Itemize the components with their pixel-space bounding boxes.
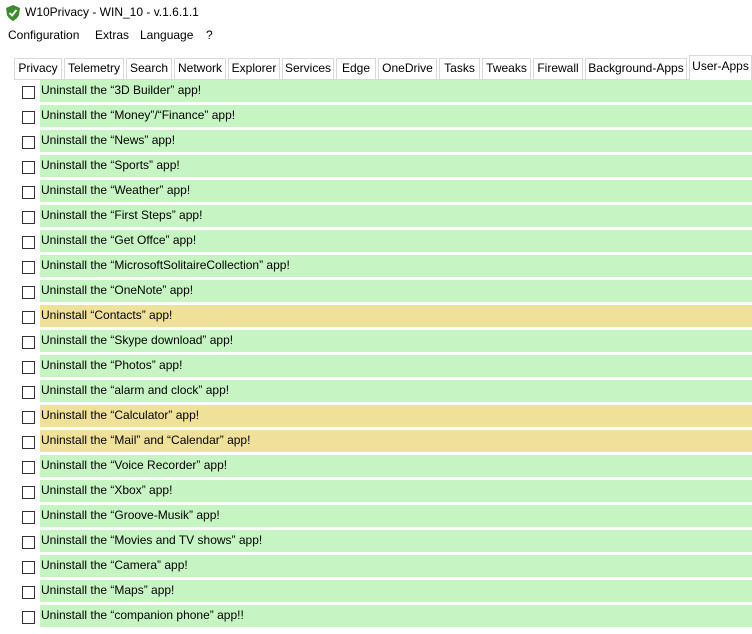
uninstall-checkbox[interactable]	[22, 211, 35, 224]
menu-language[interactable]: Language	[140, 28, 193, 42]
tab-background-apps[interactable]: Background-Apps	[585, 58, 687, 79]
item-label: Uninstall the “Money”/“Finance” app!	[41, 108, 236, 122]
item-label: Uninstall the “Photos” app!	[41, 358, 183, 372]
tab-onedrive[interactable]: OneDrive	[378, 58, 437, 79]
list-item: Uninstall the “MicrosoftSolitaireCollect…	[0, 255, 752, 280]
user-apps-panel: Uninstall the “3D Builder” app! Uninstal…	[0, 80, 752, 634]
menu-help[interactable]: ?	[206, 28, 213, 42]
uninstall-checkbox[interactable]	[22, 86, 35, 99]
tab-privacy[interactable]: Privacy	[14, 58, 62, 79]
item-label: Uninstall the “Voice Recorder” app!	[41, 458, 228, 472]
tab-telemetry[interactable]: Telemetry	[64, 58, 124, 79]
tab-services[interactable]: Services	[282, 58, 334, 79]
uninstall-checkbox[interactable]	[22, 511, 35, 524]
item-label: Uninstall the “Calculator” app!	[41, 408, 200, 422]
uninstall-checkbox[interactable]	[22, 311, 35, 324]
item-label: Uninstall the “Camera” app!	[41, 558, 188, 572]
uninstall-checkbox[interactable]	[22, 586, 35, 599]
list-item: Uninstall the “OneNote” app!	[0, 280, 752, 305]
list-item: Uninstall the “News” app!	[0, 130, 752, 155]
tab-explorer[interactable]: Explorer	[228, 58, 280, 79]
uninstall-checkbox[interactable]	[22, 486, 35, 499]
list-item: Uninstall the “Groove-Musik” app!	[0, 505, 752, 530]
uninstall-checkbox[interactable]	[22, 436, 35, 449]
item-label: Uninstall the “Xbox” app!	[41, 483, 173, 497]
list-item: Uninstall the “Weather” app!	[0, 180, 752, 205]
list-item: Uninstall the “Maps” app!	[0, 580, 752, 605]
item-label: Uninstall the “alarm and clock” app!	[41, 383, 230, 397]
uninstall-checkbox[interactable]	[22, 411, 35, 424]
item-label: Uninstall the “Sports” app!	[41, 158, 180, 172]
item-label: Uninstall the “Mail” and “Calendar” app!	[41, 433, 251, 447]
tab-network[interactable]: Network	[174, 58, 226, 79]
item-label: Uninstall the “MicrosoftSolitaireCollect…	[41, 258, 290, 272]
list-item: Uninstall the “Photos” app!	[0, 355, 752, 380]
list-item: Uninstall the “Skype download” app!	[0, 330, 752, 355]
menu-extras[interactable]: Extras	[95, 28, 129, 42]
uninstall-checkbox[interactable]	[22, 386, 35, 399]
uninstall-checkbox[interactable]	[22, 336, 35, 349]
item-label: Uninstall the “Skype download” app!	[41, 333, 234, 347]
list-item: Uninstall the “Xbox” app!	[0, 480, 752, 505]
tab-user-apps[interactable]: User-Apps	[689, 55, 752, 80]
tab-tweaks[interactable]: Tweaks	[482, 58, 531, 79]
list-item: Uninstall the “companion phone” app!!	[0, 605, 752, 630]
title-bar: W10Privacy - WIN_10 - v.1.6.1.1	[0, 0, 752, 26]
item-label: Uninstall the “News” app!	[41, 133, 176, 147]
item-label: Uninstall the “Maps” app!	[41, 583, 175, 597]
list-item: Uninstall “Contacts” app!	[0, 305, 752, 330]
item-label: Uninstall the “Groove-Musik” app!	[41, 508, 220, 522]
list-item: Uninstall the “Sports” app!	[0, 155, 752, 180]
list-item: Uninstall the “3D Builder” app!	[0, 80, 752, 105]
item-label: Uninstall “Contacts” app!	[41, 308, 173, 322]
shield-check-icon	[6, 5, 20, 21]
list-item: Uninstall the “Movies and TV shows” app!	[0, 530, 752, 555]
uninstall-checkbox[interactable]	[22, 286, 35, 299]
uninstall-checkbox[interactable]	[22, 186, 35, 199]
item-label: Uninstall the “OneNote” app!	[41, 283, 194, 297]
uninstall-checkbox[interactable]	[22, 161, 35, 174]
list-item: Uninstall the “Calculator” app!	[0, 405, 752, 430]
item-label: Uninstall the “Weather” app!	[41, 183, 191, 197]
uninstall-checkbox[interactable]	[22, 561, 35, 574]
item-label: Uninstall the “First Steps” app!	[41, 208, 203, 222]
uninstall-checkbox[interactable]	[22, 361, 35, 374]
uninstall-checkbox[interactable]	[22, 461, 35, 474]
tab-tasks[interactable]: Tasks	[439, 58, 480, 79]
menu-configuration[interactable]: Configuration	[8, 28, 79, 42]
list-item: Uninstall the “Money”/“Finance” app!	[0, 105, 752, 130]
uninstall-checkbox[interactable]	[22, 111, 35, 124]
uninstall-checkbox[interactable]	[22, 236, 35, 249]
list-item: Uninstall the “alarm and clock” app!	[0, 380, 752, 405]
list-item: Uninstall the “Camera” app!	[0, 555, 752, 580]
list-item: Uninstall the “Get Offce” app!	[0, 230, 752, 255]
uninstall-checkbox[interactable]	[22, 536, 35, 549]
tab-edge[interactable]: Edge	[336, 58, 376, 79]
item-label: Uninstall the “3D Builder” app!	[41, 83, 202, 97]
item-label: Uninstall the “Get Offce” app!	[41, 233, 197, 247]
uninstall-checkbox[interactable]	[22, 261, 35, 274]
tab-firewall[interactable]: Firewall	[533, 58, 583, 79]
list-item: Uninstall the “Mail” and “Calendar” app!	[0, 430, 752, 455]
menu-bar: Configuration Extras Language ?	[0, 26, 752, 46]
tab-search[interactable]: Search	[126, 58, 172, 79]
list-item: Uninstall the “First Steps” app!	[0, 205, 752, 230]
uninstall-checkbox[interactable]	[22, 136, 35, 149]
item-label: Uninstall the “companion phone” app!!	[41, 608, 244, 622]
item-label: Uninstall the “Movies and TV shows” app!	[41, 533, 263, 547]
list-item: Uninstall the “Voice Recorder” app!	[0, 455, 752, 480]
uninstall-checkbox[interactable]	[22, 611, 35, 624]
window-title: W10Privacy - WIN_10 - v.1.6.1.1	[25, 5, 199, 19]
